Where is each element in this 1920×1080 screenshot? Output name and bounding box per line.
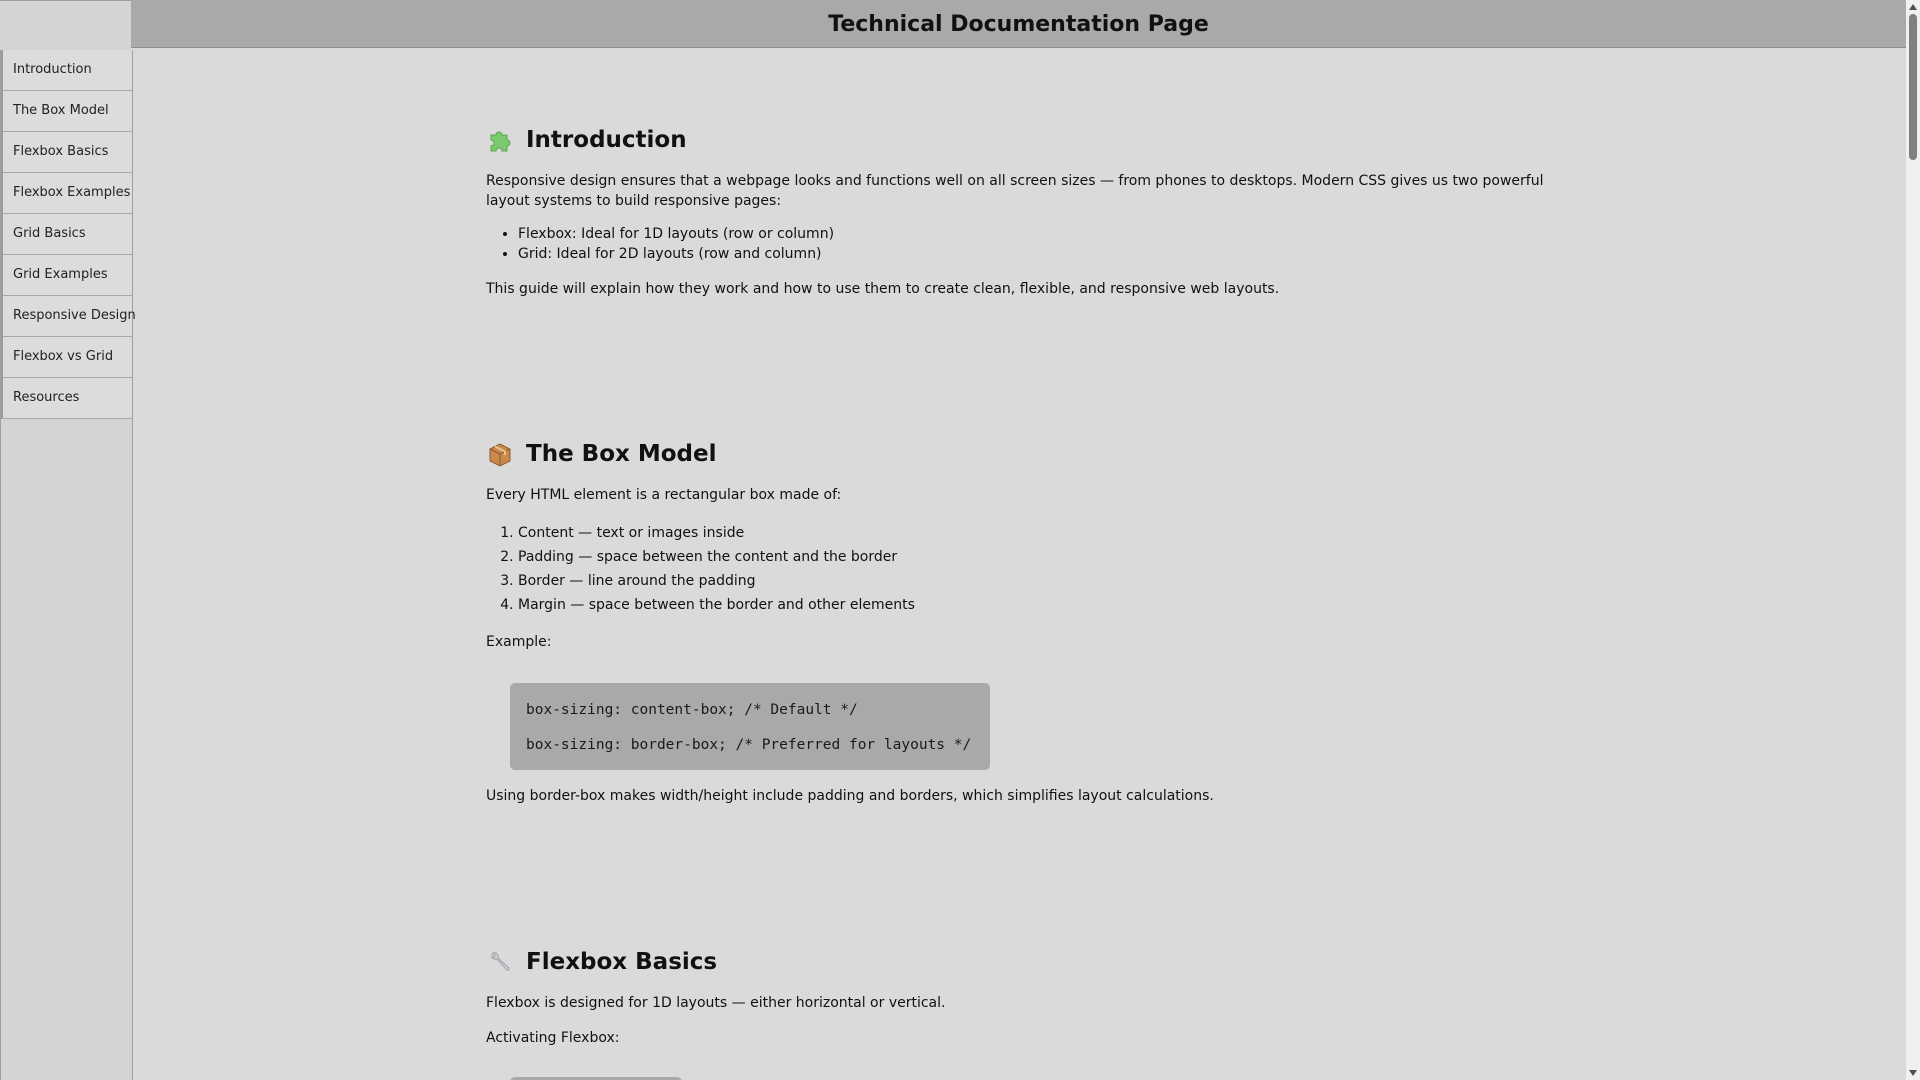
- scroll-up-arrow-icon[interactable]: [1909, 4, 1917, 10]
- nav-list: Introduction The Box Model Flexbox Basic…: [1, 50, 136, 419]
- list-item: Padding — space between the content and …: [518, 545, 915, 569]
- wrench-icon: [486, 948, 514, 976]
- sidebar-item-flexbox-examples[interactable]: Flexbox Examples: [1, 173, 132, 214]
- sidebar-item-responsive-design[interactable]: Responsive Design: [1, 296, 136, 337]
- vertical-scrollbar[interactable]: [1906, 0, 1920, 1080]
- box-model-list: Content — text or images inside Padding …: [486, 521, 915, 617]
- list-item: Content — text or images inside: [518, 521, 915, 545]
- list-item: Flexbox: Ideal for 1D layouts (row or co…: [518, 224, 834, 244]
- list-item: Grid: Ideal for 2D layouts (row and colu…: [518, 244, 834, 264]
- page-title: Technical Documentation Page: [828, 12, 1209, 37]
- list-item: Border — line around the padding: [518, 569, 915, 593]
- sidebar-item-grid-examples[interactable]: Grid Examples: [1, 255, 132, 296]
- flexbox-paragraph: Flexbox is designed for 1D layouts — eit…: [486, 995, 946, 1011]
- box-model-paragraph-2: Using border-box makes width/height incl…: [486, 788, 1214, 804]
- page-header: Technical Documentation Page: [131, 0, 1906, 48]
- sidebar-item-introduction[interactable]: Introduction: [1, 50, 132, 91]
- intro-paragraph-2: This guide will explain how they work an…: [486, 281, 1280, 297]
- section-title: The Box Model: [526, 441, 717, 467]
- section-heading-box-model: The Box Model: [486, 437, 716, 471]
- header-left-area: [0, 0, 131, 50]
- app-window: Technical Documentation Page Introductio…: [0, 0, 1920, 1080]
- intro-paragraph: Responsive design ensures that a webpage…: [486, 173, 1544, 209]
- package-box-icon: [486, 440, 514, 468]
- scroll-down-arrow-icon[interactable]: [1909, 1070, 1917, 1076]
- section-title: Introduction: [526, 127, 687, 153]
- intro-list: Flexbox: Ideal for 1D layouts (row or co…: [486, 224, 834, 264]
- sidebar-item-resources[interactable]: Resources: [1, 378, 132, 419]
- section-heading-introduction: Introduction: [486, 123, 687, 157]
- code-line: box-sizing: border-box; /* Preferred for…: [526, 737, 972, 753]
- list-item: Margin — space between the border and ot…: [518, 593, 915, 617]
- box-model-paragraph: Every HTML element is a rectangular box …: [486, 487, 842, 503]
- sidebar-item-flexbox-vs-grid[interactable]: Flexbox vs Grid: [1, 337, 132, 378]
- example-label: Example:: [486, 634, 552, 650]
- flexbox-paragraph-2: Activating Flexbox:: [486, 1030, 620, 1046]
- sidebar-item-flexbox-basics[interactable]: Flexbox Basics: [1, 132, 132, 173]
- scrollbar-thumb[interactable]: [1909, 14, 1917, 160]
- code-line: box-sizing: content-box; /* Default */: [526, 702, 858, 718]
- code-block: box-sizing: content-box; /* Default */ b…: [510, 683, 990, 770]
- section-title: Flexbox Basics: [526, 949, 718, 975]
- section-heading-flexbox-basics: Flexbox Basics: [486, 945, 717, 979]
- main-content: Introduction Responsive design ensures t…: [133, 50, 1905, 1080]
- sidebar-nav: Introduction The Box Model Flexbox Basic…: [0, 50, 136, 1080]
- sidebar-item-box-model[interactable]: The Box Model: [1, 91, 132, 132]
- puzzle-piece-icon: [486, 126, 514, 154]
- sidebar-item-grid-basics[interactable]: Grid Basics: [1, 214, 132, 255]
